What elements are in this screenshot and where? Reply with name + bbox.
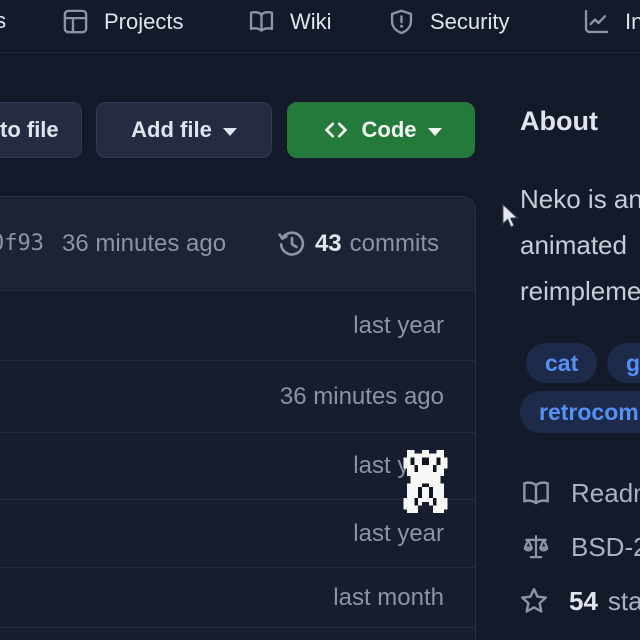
readme-label: Readme [571, 478, 640, 509]
about-description-line: Neko is an [520, 184, 640, 215]
mouse-cursor [500, 202, 519, 231]
file-age: last year [353, 312, 444, 340]
code-icon [321, 117, 351, 143]
commit-count: 43 [315, 230, 342, 258]
latest-commit-bar: 0f93 36 minutes ago 43 commits [0, 196, 476, 290]
stars-label: stars [608, 586, 640, 617]
file-row[interactable]: 36 minutes ago [0, 361, 475, 433]
stars-count: 54 [569, 586, 598, 617]
tab-security[interactable]: Security [388, 8, 509, 35]
tab-actions-label: Actions [0, 8, 6, 34]
code-label: Code [362, 117, 417, 143]
file-row[interactable] [0, 628, 475, 640]
file-row[interactable]: last month [0, 568, 475, 628]
about-description-line: reimplementation [520, 276, 640, 307]
license-link[interactable]: BSD-2-Clause license [521, 531, 640, 563]
neko-cat-sprite [403, 450, 448, 513]
commit-hash-link[interactable]: 0f93 [0, 231, 44, 256]
last-commit-time: 36 minutes ago [62, 230, 226, 258]
graph-icon [583, 8, 610, 35]
add-file-button[interactable]: Add file [96, 102, 272, 158]
topic-tag-retrocomputing[interactable]: retrocomputing [520, 391, 640, 433]
tab-wiki-label: Wiki [290, 9, 332, 35]
chevron-down-icon [428, 128, 442, 136]
chevron-down-icon [223, 128, 237, 136]
commit-history-link[interactable]: 43 commits [277, 229, 439, 259]
code-button[interactable]: Code [287, 102, 475, 158]
tab-security-label: Security [430, 9, 509, 35]
book-icon [248, 8, 275, 35]
file-age: last month [333, 584, 444, 612]
readme-link[interactable]: Readme [521, 477, 640, 509]
license-label: BSD-2-Clause license [571, 532, 640, 563]
add-file-label: Add file [131, 117, 212, 143]
law-scales-icon [521, 532, 551, 562]
repo-tab-nav: Actions Projects Wiki [0, 0, 640, 53]
shield-icon [388, 8, 415, 35]
file-row[interactable]: last year [0, 291, 475, 361]
about-description-line: animated [520, 230, 627, 261]
goto-file-label: Go to file [0, 117, 59, 143]
about-title: About [520, 106, 598, 137]
commits-label: commits [350, 230, 439, 258]
topic-tag-go[interactable]: go [607, 343, 640, 383]
goto-file-button[interactable]: Go to file [0, 102, 82, 158]
tab-insights-label: Insights [625, 9, 640, 35]
tab-projects-label: Projects [104, 9, 183, 35]
file-age: last year [353, 520, 444, 548]
tab-projects[interactable]: Projects [62, 8, 183, 35]
file-age: 36 minutes ago [280, 383, 444, 411]
stars-link[interactable]: 54 stars [519, 585, 640, 617]
tab-wiki[interactable]: Wiki [248, 8, 332, 35]
book-icon [521, 478, 551, 508]
star-icon [519, 586, 549, 616]
github-repo-page: Actions Projects Wiki [0, 0, 640, 640]
tab-actions[interactable]: Actions [0, 8, 6, 34]
topic-tag-cat[interactable]: cat [526, 343, 597, 383]
history-icon [277, 229, 307, 259]
table-icon [62, 8, 89, 35]
tab-insights[interactable]: Insights [583, 8, 640, 35]
